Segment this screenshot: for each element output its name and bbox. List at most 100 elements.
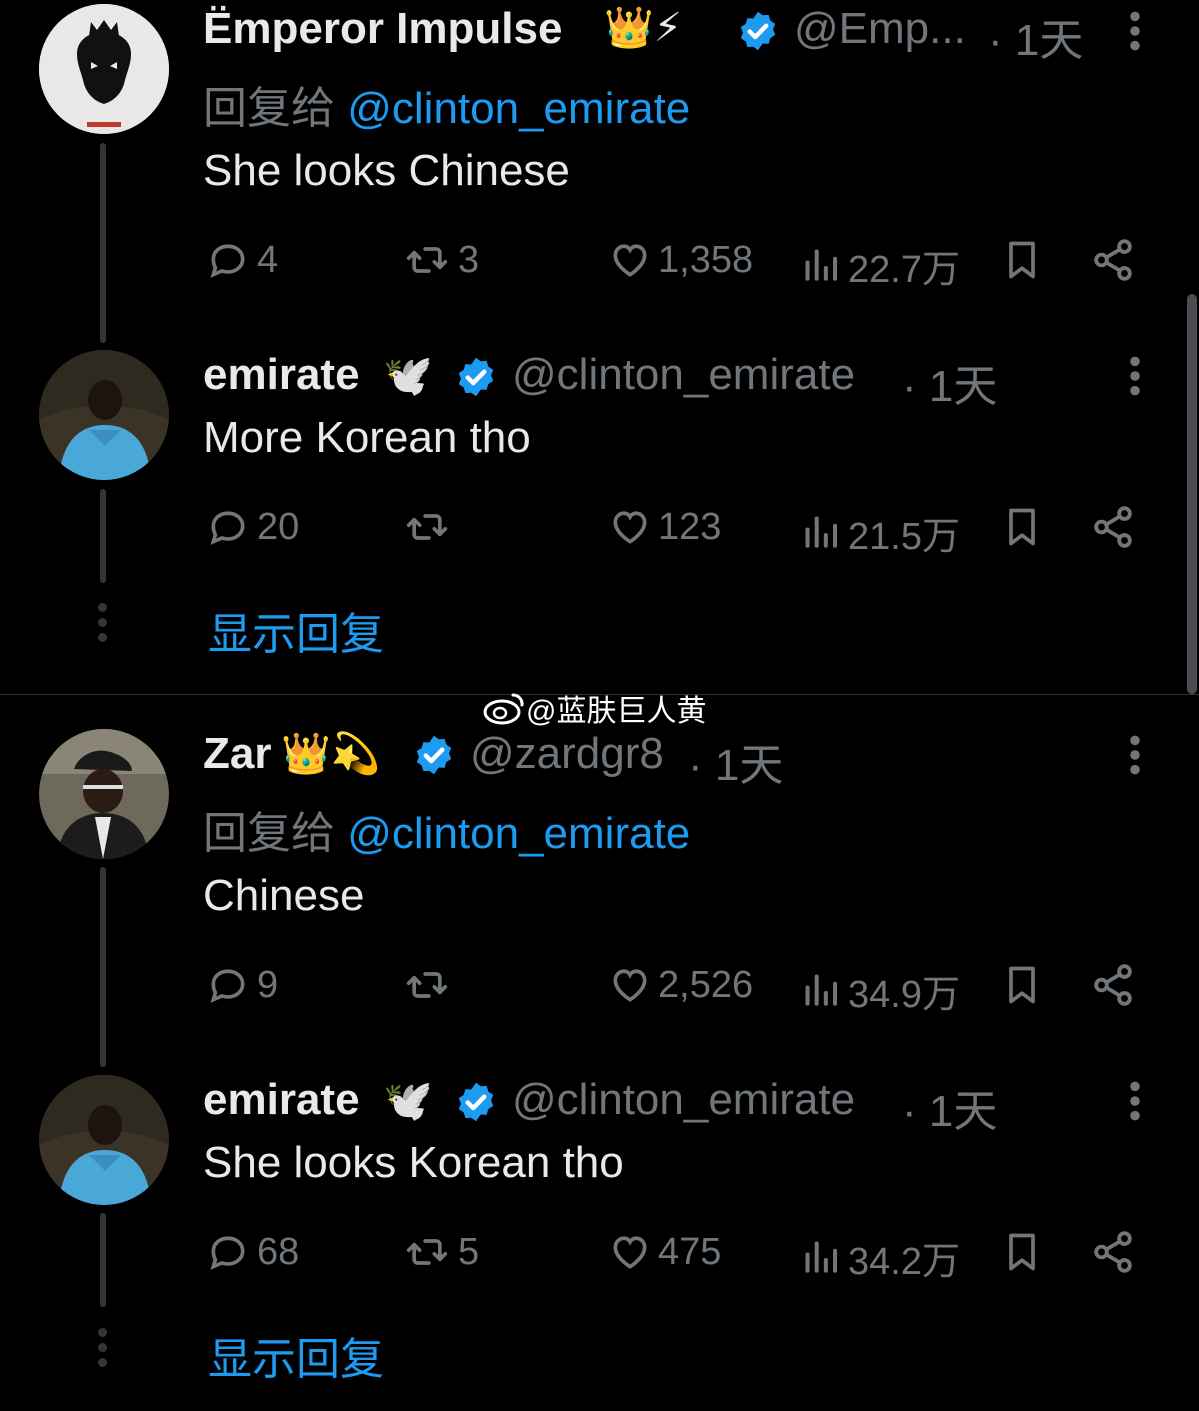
verified-badge-icon bbox=[412, 733, 456, 777]
heart-icon bbox=[606, 505, 654, 549]
avatar-emperor[interactable] bbox=[39, 4, 169, 134]
handle[interactable]: @clinton_emirate bbox=[512, 350, 855, 400]
reply-count: 68 bbox=[257, 1230, 300, 1273]
lion-logo-icon bbox=[39, 4, 169, 134]
tweet-text: She looks Korean tho bbox=[203, 1138, 624, 1187]
views-icon bbox=[800, 969, 844, 1013]
share-icon[interactable] bbox=[1090, 1229, 1136, 1275]
name-emoji: 🕊️ bbox=[383, 354, 433, 398]
like-count: 123 bbox=[658, 505, 722, 548]
weibo-logo-icon bbox=[483, 693, 524, 725]
verified-badge-icon bbox=[454, 1080, 498, 1124]
reply-icon bbox=[203, 1230, 253, 1274]
reply-to-line: 回复给 @clinton_emirate bbox=[203, 797, 690, 861]
views-icon bbox=[800, 1236, 844, 1280]
more-options-icon[interactable] bbox=[1122, 354, 1148, 398]
retweet-button[interactable] bbox=[400, 505, 458, 549]
bookmark-icon[interactable] bbox=[1000, 961, 1044, 1009]
handle[interactable]: @Emp... bbox=[794, 4, 966, 54]
timestamp[interactable]: · 1天 bbox=[988, 4, 1083, 68]
more-options-icon[interactable] bbox=[1122, 1079, 1148, 1123]
name-emoji: 👑⚡ bbox=[604, 6, 682, 50]
tweet-text: More Korean tho bbox=[203, 413, 531, 462]
bookmark-icon[interactable] bbox=[1000, 236, 1044, 284]
view-count: 34.9万 bbox=[848, 974, 960, 1016]
watermark: @蓝肤巨人黄 bbox=[482, 686, 706, 730]
reply-button[interactable]: 9 bbox=[203, 963, 278, 1007]
bookmark-icon[interactable] bbox=[1000, 503, 1044, 551]
avatar-emirate[interactable] bbox=[39, 350, 169, 480]
views-button[interactable]: 34.9万 bbox=[800, 963, 960, 1018]
retweet-icon bbox=[400, 963, 454, 1007]
show-replies-link[interactable]: 显示回复 bbox=[208, 598, 384, 662]
display-name[interactable]: Zar bbox=[203, 729, 271, 779]
views-button[interactable]: 22.7万 bbox=[800, 238, 960, 293]
like-button[interactable]: 475 bbox=[606, 1230, 721, 1274]
person-avatar-icon bbox=[39, 1075, 169, 1205]
thread-dots bbox=[97, 1328, 109, 1373]
reply-icon bbox=[203, 238, 253, 282]
views-button[interactable]: 21.5万 bbox=[800, 505, 960, 560]
view-count: 34.2万 bbox=[848, 1241, 960, 1283]
tweet-text: Chinese bbox=[203, 871, 365, 920]
reply-icon bbox=[203, 505, 253, 549]
views-button[interactable]: 34.2万 bbox=[800, 1230, 960, 1285]
handle[interactable]: @clinton_emirate bbox=[512, 1075, 855, 1125]
timestamp[interactable]: · 1天 bbox=[688, 729, 783, 793]
person-avatar-icon bbox=[39, 350, 169, 480]
like-count: 475 bbox=[658, 1230, 722, 1273]
thread-line bbox=[100, 143, 106, 343]
heart-icon bbox=[606, 1230, 654, 1274]
person-avatar-icon bbox=[39, 729, 169, 859]
view-count: 21.5万 bbox=[848, 516, 960, 558]
reply-mention-link[interactable]: @clinton_emirate bbox=[347, 84, 690, 133]
bookmark-icon[interactable] bbox=[1000, 1228, 1044, 1276]
display-name[interactable]: emirate bbox=[203, 350, 360, 400]
retweet-icon bbox=[400, 505, 454, 549]
like-button[interactable]: 1,358 bbox=[606, 238, 753, 282]
retweet-icon bbox=[400, 1230, 454, 1274]
reply-mention-link[interactable]: @clinton_emirate bbox=[347, 809, 690, 858]
timestamp[interactable]: · 1天 bbox=[902, 1075, 997, 1139]
display-name[interactable]: Ëmperor Impulse bbox=[203, 4, 562, 54]
retweet-icon bbox=[400, 238, 454, 282]
reply-to-prefix: 回复给 bbox=[203, 809, 335, 858]
view-count: 22.7万 bbox=[848, 249, 960, 291]
thread-line bbox=[100, 489, 106, 583]
reply-button[interactable]: 20 bbox=[203, 505, 299, 549]
verified-badge-icon bbox=[736, 9, 780, 53]
retweet-button[interactable]: 3 bbox=[400, 238, 479, 282]
thread-line bbox=[100, 1213, 106, 1307]
tweet-text: She looks Chinese bbox=[203, 146, 570, 195]
reply-button[interactable]: 68 bbox=[203, 1230, 299, 1274]
handle[interactable]: @zardgr8 bbox=[470, 729, 664, 779]
retweet-count: 5 bbox=[458, 1230, 480, 1273]
reply-count: 20 bbox=[257, 505, 300, 548]
verified-badge-icon bbox=[454, 355, 498, 399]
reply-to-line: 回复给 @clinton_emirate bbox=[203, 72, 690, 136]
retweet-count: 3 bbox=[458, 238, 480, 281]
avatar-emirate[interactable] bbox=[39, 1075, 169, 1205]
reply-button[interactable]: 4 bbox=[203, 238, 278, 282]
share-icon[interactable] bbox=[1090, 962, 1136, 1008]
retweet-button[interactable] bbox=[400, 963, 458, 1007]
name-emoji: 🕊️ bbox=[383, 1079, 433, 1123]
display-name[interactable]: emirate bbox=[203, 1075, 360, 1125]
retweet-button[interactable]: 5 bbox=[400, 1230, 479, 1274]
more-options-icon[interactable] bbox=[1122, 9, 1148, 53]
heart-icon bbox=[606, 963, 654, 1007]
show-replies-link[interactable]: 显示回复 bbox=[208, 1323, 384, 1387]
thread-dots bbox=[97, 603, 109, 648]
share-icon[interactable] bbox=[1090, 504, 1136, 550]
reply-icon bbox=[203, 963, 253, 1007]
timestamp[interactable]: · 1天 bbox=[902, 350, 997, 414]
views-icon bbox=[800, 511, 844, 555]
reply-count: 4 bbox=[257, 238, 279, 281]
scrollbar[interactable] bbox=[1187, 294, 1197, 694]
share-icon[interactable] bbox=[1090, 237, 1136, 283]
views-icon bbox=[800, 244, 844, 288]
more-options-icon[interactable] bbox=[1122, 733, 1148, 777]
like-button[interactable]: 2,526 bbox=[606, 963, 753, 1007]
avatar-zar[interactable] bbox=[39, 729, 169, 859]
like-button[interactable]: 123 bbox=[606, 505, 721, 549]
